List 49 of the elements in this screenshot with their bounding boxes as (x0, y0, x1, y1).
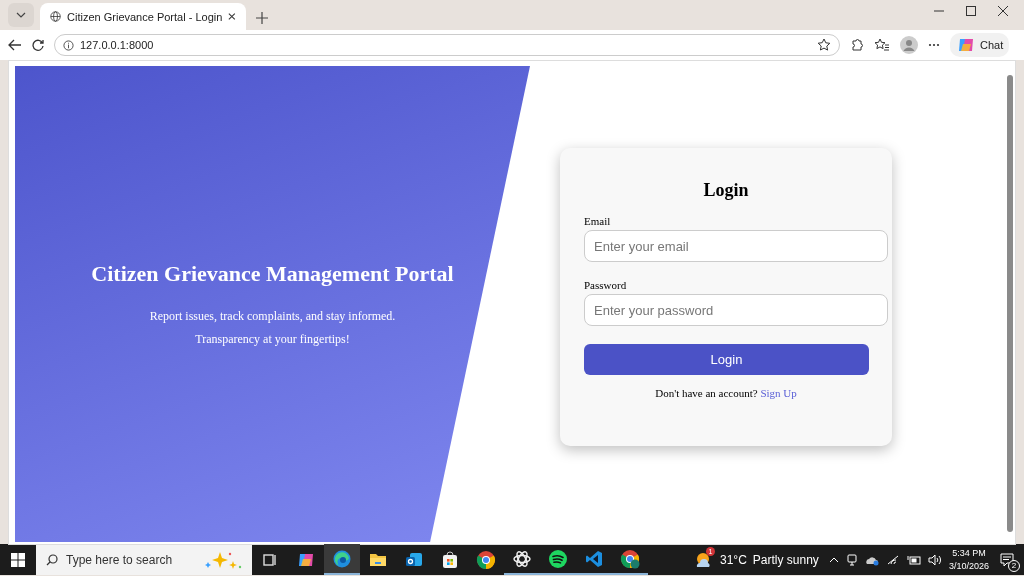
signup-prompt: Don't have an account? Sign Up (654, 387, 798, 399)
star-icon[interactable] (817, 38, 831, 52)
clock-time[interactable]: 5:34 PM (948, 546, 989, 560)
task-view-icon[interactable] (262, 551, 278, 568)
refresh-icon[interactable] (32, 39, 44, 51)
meet-now-icon[interactable] (845, 552, 858, 567)
chat-button[interactable]: Chat (950, 33, 1010, 57)
notification-icon[interactable] (999, 551, 1015, 568)
taskbar-search-field[interactable]: Type here to search (36, 544, 252, 575)
hero-title: Citizen Grievance Management Portal (90, 261, 454, 287)
code-editor-icon[interactable] (584, 548, 604, 569)
store-bag-icon[interactable] (440, 549, 460, 570)
temperature: 31°C (720, 552, 747, 567)
speaker-icon[interactable] (927, 553, 942, 566)
hero-subtitle: Report issues, track complaints, and stay informed. (148, 309, 396, 324)
signup-link[interactable]: Sign Up (760, 387, 797, 399)
back-icon[interactable] (8, 39, 22, 51)
chrome-icon[interactable] (620, 548, 640, 569)
wifi-icon[interactable] (885, 553, 900, 566)
battery-icon[interactable] (906, 553, 921, 566)
favorites-icon[interactable] (874, 38, 890, 52)
new-tab-icon[interactable] (256, 12, 268, 24)
weather-condition: Partly sunny (752, 552, 819, 567)
maximize-icon[interactable] (966, 6, 976, 16)
tab-title: Citizen Grievance Portal - Login (67, 10, 223, 23)
hero-subtitle: Transparency at your fingertips! (194, 332, 350, 347)
close-icon[interactable] (998, 6, 1008, 16)
info-icon[interactable] (63, 39, 74, 51)
search-icon (46, 553, 58, 566)
edge-browser-icon[interactable] (332, 548, 352, 569)
email-field[interactable]: Enter your email (584, 230, 888, 262)
login-heading: Login (702, 180, 750, 201)
profile-avatar-icon[interactable] (900, 36, 918, 54)
chrome-icon[interactable] (476, 549, 496, 570)
close-icon[interactable] (228, 12, 236, 21)
field-label: Password (584, 279, 627, 291)
login-button[interactable]: Login (584, 344, 869, 375)
windows-start-icon[interactable] (11, 552, 25, 567)
spotify-icon[interactable] (548, 548, 568, 569)
browser-tab[interactable]: Citizen Grievance Portal - Login (40, 3, 246, 30)
puzzle-icon[interactable] (850, 38, 864, 52)
notification-count: 2 (1008, 559, 1020, 572)
globe-icon (50, 10, 62, 23)
password-field[interactable]: Enter your password (584, 294, 888, 326)
field-label: Email (584, 215, 611, 227)
clock-date[interactable]: 3/10/2026 (948, 559, 989, 573)
more-icon[interactable] (928, 43, 940, 47)
chevron-up-icon[interactable] (828, 556, 839, 563)
chevron-down-icon (16, 12, 26, 18)
